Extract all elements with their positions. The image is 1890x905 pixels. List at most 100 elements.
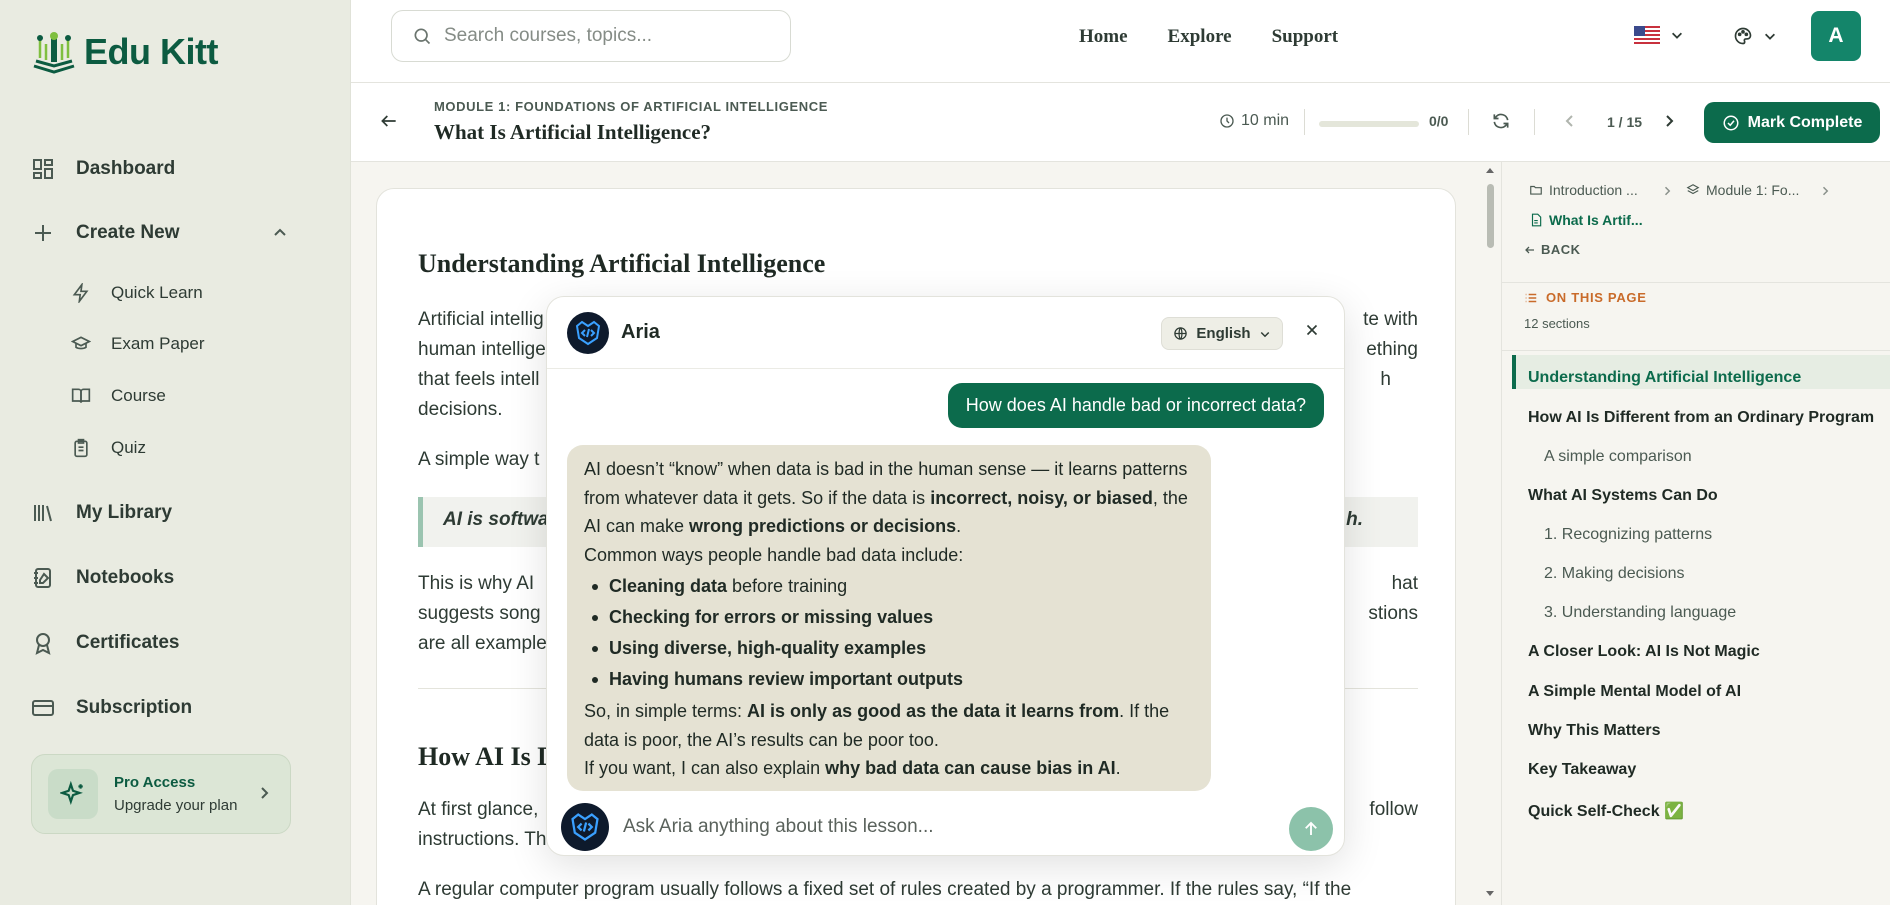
back-link[interactable]: BACK [1524,242,1581,257]
toc-subitem[interactable]: 2. Making decisions [1544,565,1685,583]
sidebar-item-my-library[interactable]: My Library [30,499,172,527]
chevron-left-icon[interactable] [1562,113,1578,129]
search-icon [412,26,432,46]
arrow-left-icon [1524,244,1536,256]
chevron-down-icon [1763,29,1777,43]
palette-icon [1733,26,1753,46]
toc-item[interactable]: What AI Systems Can Do [1528,487,1718,505]
globe-icon [1173,326,1188,341]
text: h. [1346,509,1363,530]
text: h [1380,369,1391,390]
text: follow [1369,799,1418,820]
sidebar-subitem-course[interactable]: Course [70,383,166,409]
text: At first glance, [418,799,539,820]
toc-item[interactable]: Quick Self-Check ✅ [1528,801,1684,821]
toc-subitem[interactable]: 1. Recognizing patterns [1544,526,1712,544]
divider [1502,282,1890,283]
reply-paragraph: Common ways people handle bad data inclu… [584,544,964,565]
nav-home-link[interactable]: Home [1079,26,1128,48]
toc-item[interactable]: How AI Is Different from an Ordinary Pro… [1528,409,1874,427]
sidebar-item-dashboard[interactable]: Dashboard [30,155,175,183]
reply-list: Cleaning data before training Checking f… [584,571,1194,695]
breadcrumb-course[interactable]: Introduction ... [1529,182,1638,198]
user-message: How does AI handle bad or incorrect data… [947,383,1324,428]
clipboard-icon [70,437,92,459]
sidebar-subitem-quiz[interactable]: Quiz [70,435,146,461]
toc-item[interactable]: A Closer Look: AI Is Not Magic [1528,643,1760,661]
chevron-up-icon[interactable] [272,225,288,241]
clock-icon [1219,113,1235,129]
book-open-icon [70,385,92,407]
text: Artificial intellig [418,309,544,330]
sidebar-subitem-quick-learn[interactable]: Quick Learn [70,280,203,306]
chat-input[interactable] [623,811,1263,843]
text: that feels intell [418,369,540,390]
sidebar-item-create-new[interactable]: Create New [30,219,290,247]
dashboard-icon [30,156,56,182]
sidebar-item-notebooks[interactable]: Notebooks [30,564,174,592]
paragraph: A regular computer program usually follo… [418,879,1352,900]
sidebar-item-label: Certificates [76,632,180,653]
language-flag-dropdown[interactable] [1634,26,1684,44]
sidebar-item-subscription[interactable]: Subscription [30,694,192,722]
sidebar-subitem-label: Quick Learn [111,283,203,302]
breadcrumb-label: Module 1: Fo... [1706,182,1800,198]
heading-text: ON THIS PAGE [1546,290,1647,305]
close-icon[interactable] [1303,321,1321,339]
chevron-right-icon[interactable] [1661,113,1677,129]
text: . [956,516,962,536]
assistant-message: AI doesn’t “know” when data is bad in th… [567,445,1211,791]
list-item: Using diverse, high-quality examples [592,633,1194,664]
content-scrollbar[interactable] [1484,166,1496,902]
divider [1304,109,1305,135]
reply-paragraph: AI doesn’t “know” when data is bad in th… [584,455,1194,541]
sidebar-item-certificates[interactable]: Certificates [30,629,180,657]
toc-item[interactable]: Key Takeaway [1528,761,1636,779]
sparkles-icon [48,769,98,819]
page-indicator: 1 / 15 [1607,114,1643,130]
toc-subitem[interactable]: A simple comparison [1544,448,1692,466]
text: So, in simple terms: [584,701,748,721]
toc-subitem[interactable]: 3. Understanding language [1544,604,1736,622]
zap-icon [70,282,92,304]
scrollbar-thumb[interactable] [1487,184,1494,248]
toc-item[interactable]: A Simple Mental Model of AI [1528,683,1741,701]
notebook-icon [30,565,56,591]
scroll-up-icon[interactable] [1485,166,1495,176]
send-button[interactable] [1289,807,1333,851]
file-icon [1529,213,1543,227]
us-flag-icon [1634,26,1660,44]
breadcrumb-module[interactable]: Module 1: Fo... [1686,182,1799,198]
nav-support-link[interactable]: Support [1272,26,1339,48]
sidebar-item-label: Notebooks [76,567,175,588]
sidebar-subitem-exam-paper[interactable]: Exam Paper [70,331,205,357]
reply-paragraph: If you want, I can also explain why bad … [584,754,1194,783]
chat-header: Aria English [547,297,1344,369]
text: te with [1363,309,1418,330]
logo-mark-icon [30,28,78,76]
sidebar-item-label: Create New [76,222,180,243]
on-this-page-panel: Introduction ... Module 1: Fo... What Is… [1501,162,1890,905]
user-avatar[interactable]: A [1811,11,1861,61]
scroll-down-icon[interactable] [1485,888,1495,898]
module-label: MODULE 1: FOUNDATIONS OF ARTIFICIAL INTE… [434,99,828,114]
sidebar-item-label: Dashboard [76,158,176,179]
mark-complete-button[interactable]: Mark Complete [1704,102,1880,143]
theme-palette-dropdown[interactable] [1733,26,1777,46]
brand-logo[interactable]: Edu Kitt [30,28,218,76]
toc-item[interactable]: Understanding Artificial Intelligence [1528,369,1801,387]
search-input[interactable] [444,25,774,47]
search-box[interactable] [391,10,791,62]
divider [1534,109,1535,135]
toc-item[interactable]: Why This Matters [1528,722,1660,740]
pro-access-card[interactable]: Pro Access Upgrade your plan [31,754,291,834]
nav-explore-link[interactable]: Explore [1168,26,1232,48]
reply-paragraph: So, in simple terms: AI is only as good … [584,697,1194,754]
list-item: Checking for errors or missing values [592,602,1194,633]
refresh-icon[interactable] [1491,111,1511,131]
chat-language-select[interactable]: English [1161,317,1283,350]
breadcrumb-lesson[interactable]: What Is Artif... [1529,212,1643,228]
list-icon [1524,291,1538,305]
progress-count: 0/0 [1429,113,1449,129]
arrow-left-icon[interactable] [379,111,399,131]
